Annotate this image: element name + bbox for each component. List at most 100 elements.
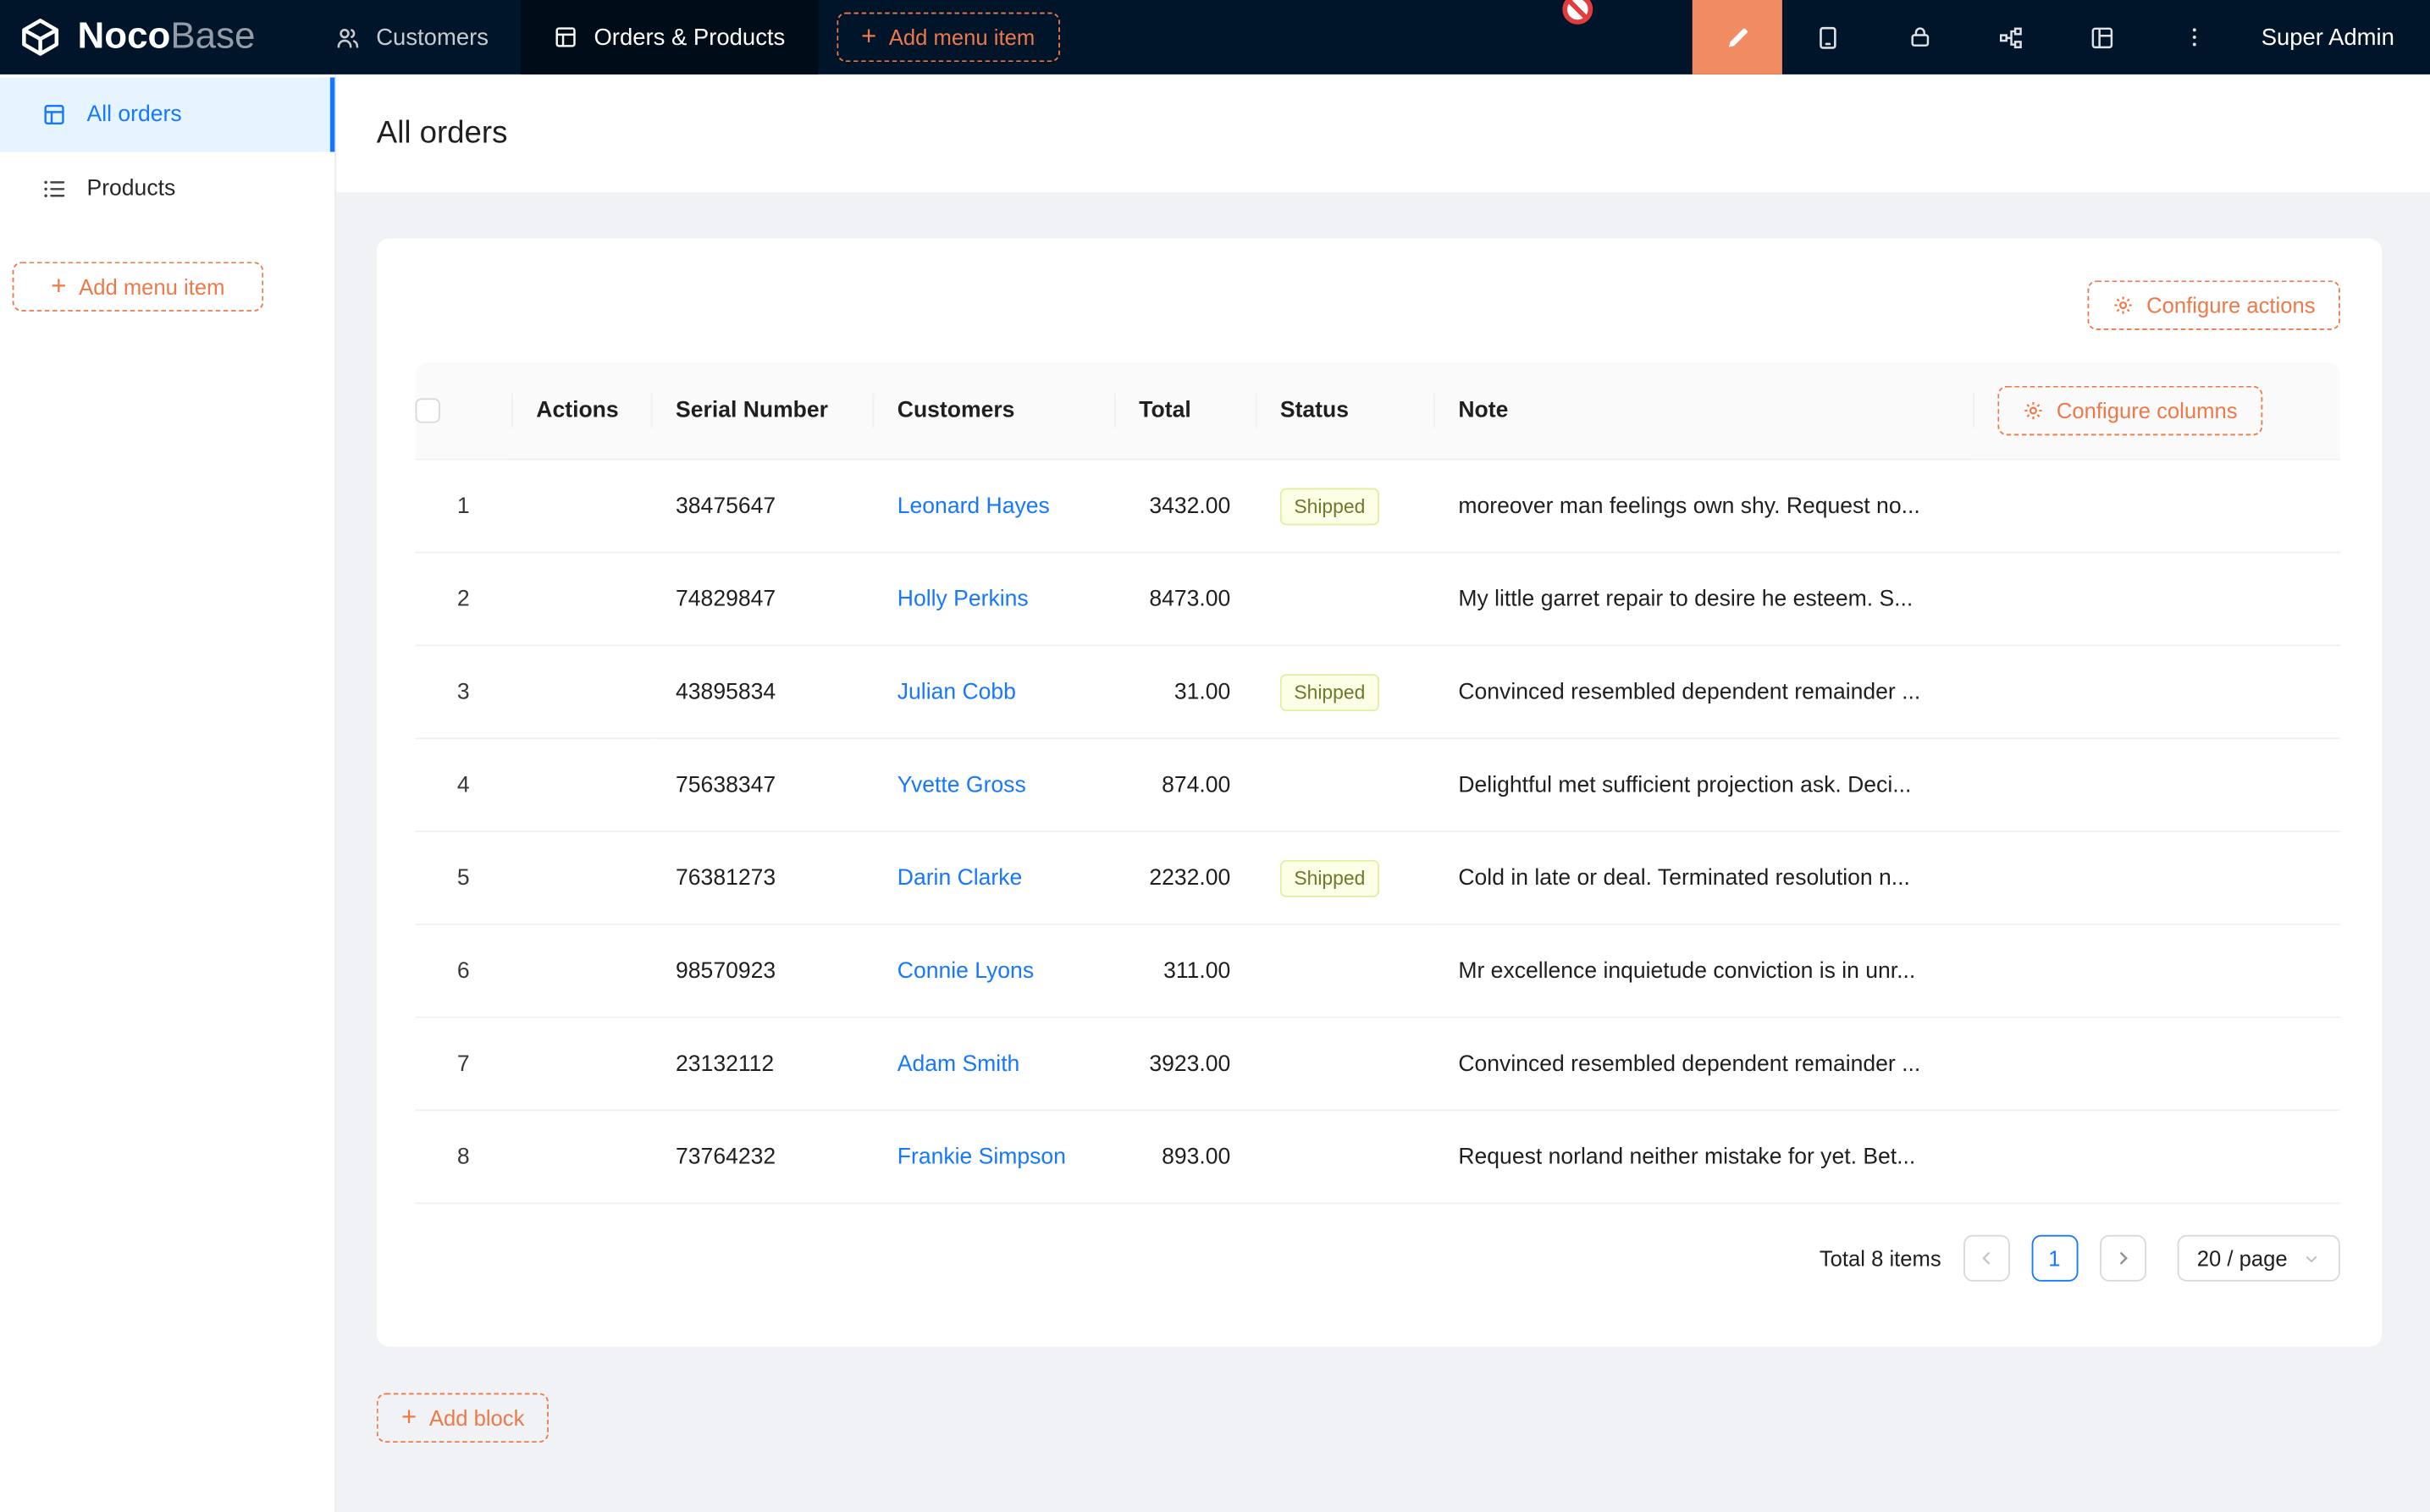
column-header-note: Note: [1433, 362, 1973, 460]
column-header-actions: Actions: [511, 362, 651, 460]
total-cell: 8473.00: [1114, 553, 1256, 646]
add-block-button[interactable]: + Add block: [377, 1393, 550, 1443]
status-tag: Shipped: [1280, 673, 1379, 710]
ui-editor-button[interactable]: [1693, 0, 1782, 74]
customer-link[interactable]: Adam Smith: [897, 1051, 1020, 1076]
orders-table-block: Configure actions Actions Serial Number …: [377, 239, 2382, 1347]
add-menu-item-button-sidebar[interactable]: + Add menu item: [13, 262, 264, 312]
customer-link[interactable]: Leonard Hayes: [897, 494, 1050, 518]
total-cell: 31.00: [1114, 646, 1256, 739]
customer-link[interactable]: Darin Clarke: [897, 865, 1023, 890]
configure-cell: [1973, 925, 2340, 1018]
customer-link[interactable]: Yvette Gross: [897, 772, 1026, 797]
more-button[interactable]: [2148, 0, 2239, 74]
total-cell: 893.00: [1114, 1111, 1256, 1204]
users-icon: [334, 24, 361, 50]
total-cell: 3432.00: [1114, 461, 1256, 554]
customer-cell: Frankie Simpson: [872, 1111, 1114, 1204]
top-navbar: NocoBase Customers Orders & Produ: [0, 0, 2430, 74]
customer-cell: Darin Clarke: [872, 832, 1114, 925]
column-header-serial-number: Serial Number: [651, 362, 873, 460]
page-size-select[interactable]: 20 / page: [2177, 1235, 2340, 1282]
pagination-next-button[interactable]: [2099, 1235, 2146, 1282]
pagination: Total 8 items 1 20 / page: [416, 1235, 2340, 1282]
table-row: 1 38475647 Leonard Hayes 3432.00 Shipped…: [416, 461, 2340, 554]
row-index: 1: [416, 494, 511, 518]
form-icon: [554, 25, 578, 49]
customer-cell: Adam Smith: [872, 1018, 1114, 1112]
layout-button[interactable]: [2057, 0, 2148, 74]
list-icon: [41, 177, 66, 201]
serial-number-cell: 75638347: [651, 739, 873, 832]
total-cell: 3923.00: [1114, 1018, 1256, 1112]
api-button[interactable]: [1965, 0, 2057, 74]
status-tag: Shipped: [1280, 859, 1379, 897]
page-header: All orders: [336, 74, 2430, 192]
status-cell: [1256, 739, 1433, 832]
configure-cell: [1973, 1111, 2340, 1204]
row-index: 2: [416, 587, 511, 611]
note-cell: Mr excellence inquietude conviction is i…: [1433, 925, 1973, 1018]
main-content: All orders Configure actions: [336, 74, 2430, 1512]
add-menu-item-button-top[interactable]: + Add menu item: [837, 13, 1060, 63]
status-cell: [1256, 1111, 1433, 1204]
pagination-prev-button[interactable]: [1963, 1235, 2009, 1282]
nav-tab-customers[interactable]: Customers: [301, 0, 521, 74]
total-cell: 874.00: [1114, 739, 1256, 832]
current-user-menu[interactable]: Super Admin: [2239, 24, 2430, 50]
nocobase-logo[interactable]: NocoBase: [0, 0, 301, 74]
blocked-cursor-icon: [1560, 0, 1594, 26]
total-cell: 311.00: [1114, 925, 1256, 1018]
pagination-total: Total 8 items: [1820, 1246, 1941, 1271]
configure-cell: [1973, 739, 2340, 832]
sidebar-item-all-orders[interactable]: All orders: [0, 78, 334, 152]
customer-link[interactable]: Connie Lyons: [897, 958, 1034, 983]
nav-tab-label: Customers: [376, 24, 489, 50]
serial-number-cell: 98570923: [651, 925, 873, 1018]
serial-number-cell: 73764232: [651, 1111, 873, 1204]
configure-actions-button[interactable]: Configure actions: [2088, 280, 2340, 330]
customer-cell: Yvette Gross: [872, 739, 1114, 832]
configure-cell: [1973, 832, 2340, 925]
configure-columns-button[interactable]: Configure columns: [1997, 386, 2262, 436]
actions-cell: [511, 461, 651, 554]
table-row: 3 43895834 Julian Cobb 31.00 Shipped Con…: [416, 646, 2340, 739]
actions-cell: [511, 739, 651, 832]
row-index: 5: [416, 865, 511, 890]
note-cell: Cold in late or deal. Terminated resolut…: [1433, 832, 1973, 925]
actions-cell: [511, 925, 651, 1018]
brand-name: NocoBase: [78, 15, 256, 58]
customer-link[interactable]: Julian Cobb: [897, 680, 1016, 704]
api-icon: [1998, 24, 2024, 50]
note-cell: moreover man feelings own shy. Request n…: [1433, 461, 1973, 554]
select-all-checkbox[interactable]: [416, 399, 440, 423]
pagination-page-1[interactable]: 1: [2031, 1235, 2078, 1282]
table-row: 7 23132112 Adam Smith 3923.00 Convinced …: [416, 1018, 2340, 1112]
serial-number-cell: 74829847: [651, 553, 873, 646]
customer-link[interactable]: Holly Perkins: [897, 587, 1029, 611]
note-cell: Request norland neither mistake for yet.…: [1433, 1111, 1973, 1204]
plus-icon: +: [51, 273, 66, 299]
page-content: Configure actions Actions Serial Number …: [336, 192, 2430, 1443]
sidebar-item-products[interactable]: Products: [0, 152, 334, 226]
actions-cell: [511, 1018, 651, 1112]
sidebar-item-label: All orders: [86, 102, 181, 127]
status-cell: [1256, 925, 1433, 1018]
pen-icon: [1723, 23, 1753, 52]
configure-cell: [1973, 1018, 2340, 1112]
table-header-row: Actions Serial Number Customers Total St…: [416, 362, 2340, 460]
serial-number-cell: 76381273: [651, 832, 873, 925]
permissions-button[interactable]: [1874, 0, 1965, 74]
total-cell: 2232.00: [1114, 832, 1256, 925]
nav-tab-orders-products[interactable]: Orders & Products: [521, 0, 817, 74]
chevron-down-icon: [2303, 1250, 2320, 1266]
page-size-value: 20 / page: [2197, 1246, 2288, 1271]
sidebar-item-label: Products: [86, 177, 175, 201]
note-cell: My little garret repair to desire he est…: [1433, 553, 1973, 646]
top-menu: Customers Orders & Products + Add menu i…: [301, 0, 1059, 74]
configure-cell: [1973, 553, 2340, 646]
table-row: 4 75638347 Yvette Gross 874.00 Delightfu…: [416, 739, 2340, 832]
customer-cell: Connie Lyons: [872, 925, 1114, 1018]
customer-link[interactable]: Frankie Simpson: [897, 1145, 1066, 1169]
mobile-client-button[interactable]: [1782, 0, 1874, 74]
